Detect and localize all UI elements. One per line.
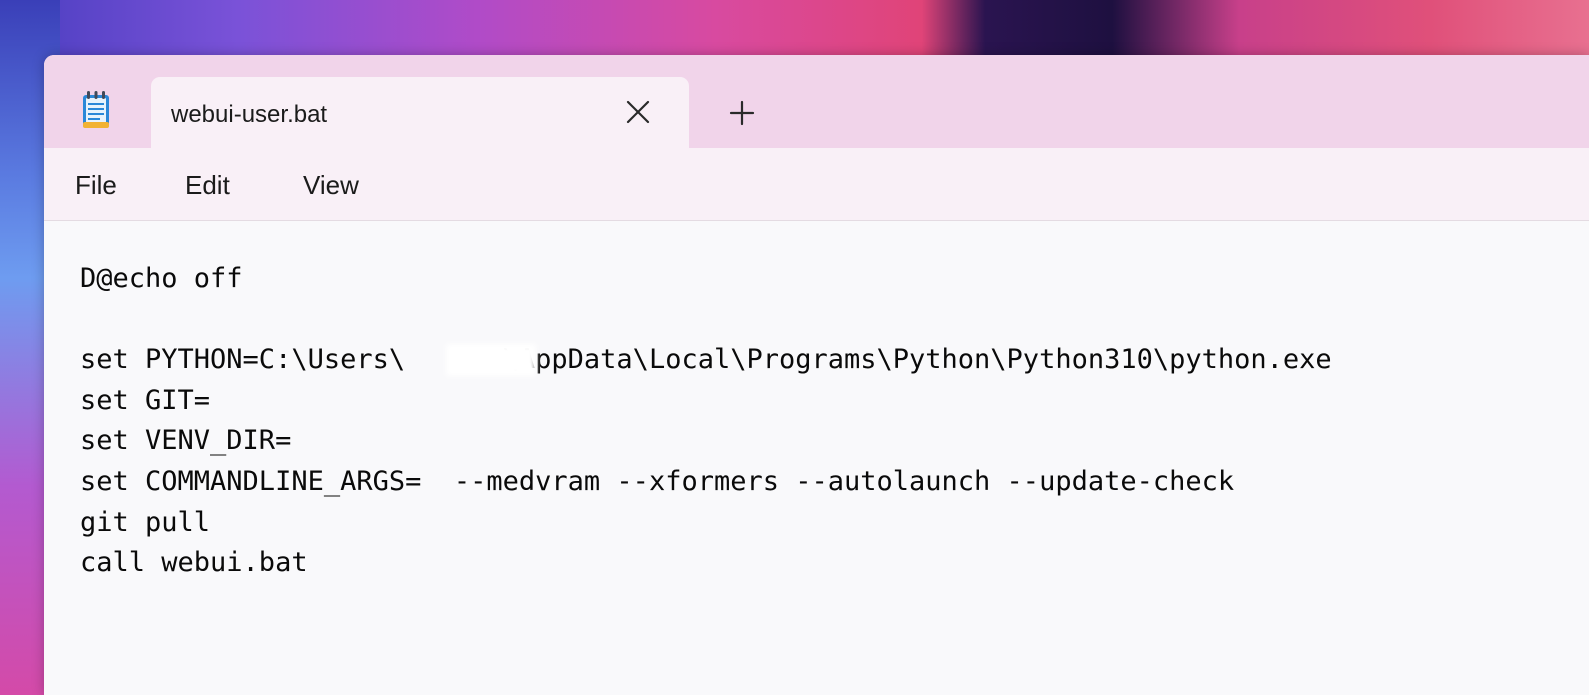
- editor-line: set GIT=: [80, 384, 211, 416]
- editor-line: D@echo off: [80, 263, 243, 294]
- editor-line: set VENV_DIR=: [80, 425, 292, 457]
- tab-webui-user-bat[interactable]: webui-user.bat: [151, 77, 689, 148]
- menu-edit[interactable]: Edit: [185, 170, 230, 201]
- notepad-window: webui-user.bat File Edit View D@echo off…: [44, 55, 1589, 695]
- editor-content: D@echo off set PYTHON=C:\Users\ \AppData…: [80, 259, 1332, 584]
- menu-view[interactable]: View: [303, 170, 359, 201]
- notepad-icon: [83, 91, 109, 128]
- editor-line: set COMMANDLINE_ARGS= --medvram --xforme…: [80, 465, 1235, 497]
- plus-icon[interactable]: [724, 95, 760, 131]
- desktop-wallpaper-top: [0, 0, 1589, 60]
- title-bar: webui-user.bat: [44, 55, 1589, 148]
- editor-line: git pull: [80, 506, 211, 538]
- text-editor[interactable]: D@echo off set PYTHON=C:\Users\ \AppData…: [44, 221, 1589, 695]
- menu-file[interactable]: File: [75, 170, 117, 201]
- editor-line: call webui.bat: [80, 547, 308, 579]
- editor-line: set PYTHON=C:\Users\ \AppData\Local\Prog…: [80, 344, 1332, 376]
- tab-title: webui-user.bat: [171, 101, 328, 128]
- close-icon[interactable]: [623, 97, 653, 127]
- menu-bar: File Edit View: [44, 148, 1589, 221]
- redacted-username: [446, 344, 536, 376]
